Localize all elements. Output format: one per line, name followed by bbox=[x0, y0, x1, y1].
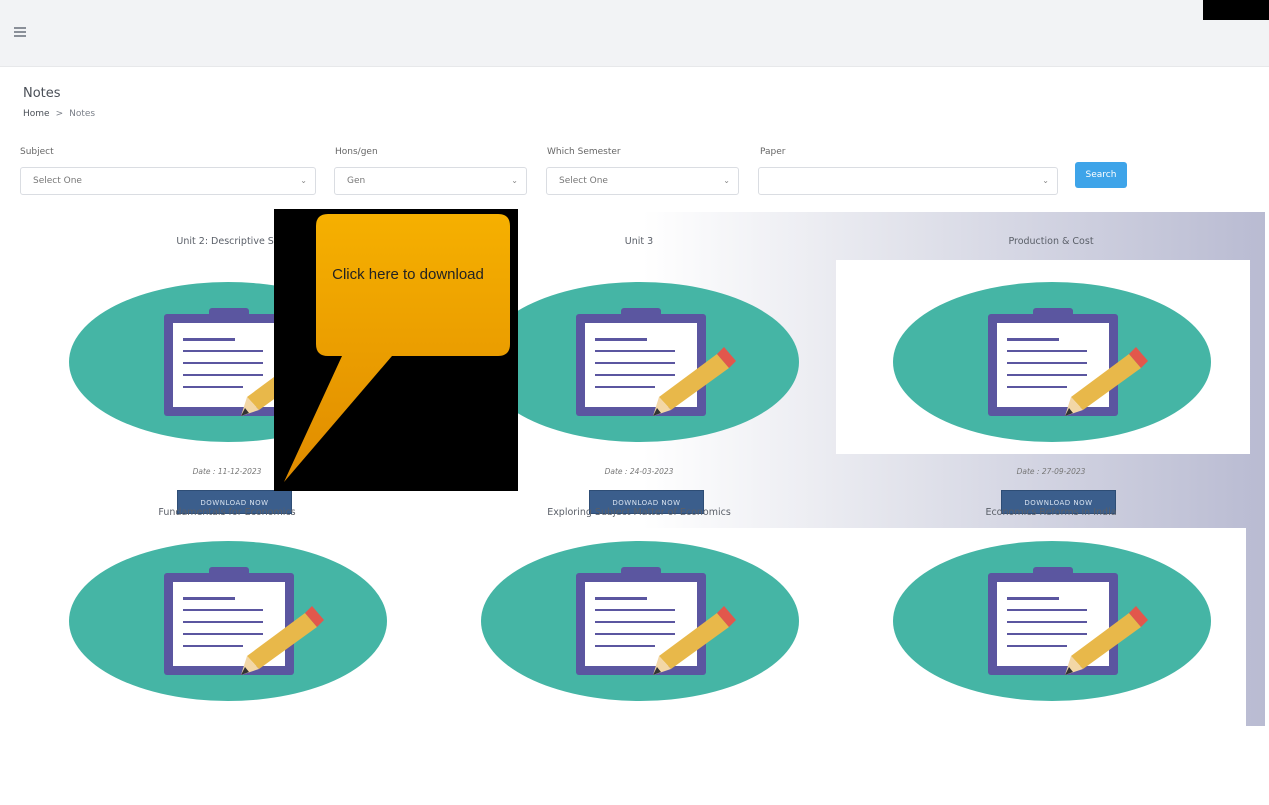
hamburger-icon[interactable] bbox=[14, 27, 26, 37]
note-title: Exploring Subject Matter of Economics bbox=[547, 507, 731, 518]
semester-select[interactable]: Select One ⌄ bbox=[546, 167, 739, 195]
hons-gen-select-value: Gen bbox=[347, 176, 366, 186]
note-title: Economics Reforms in India bbox=[985, 507, 1117, 518]
chevron-down-icon: ⌄ bbox=[511, 176, 518, 185]
note-illustration bbox=[481, 541, 799, 701]
hons-gen-label: Hons/gen bbox=[335, 147, 378, 157]
corner-overlay bbox=[1203, 0, 1269, 20]
breadcrumb-separator: > bbox=[55, 109, 64, 119]
note-title: Production & Cost bbox=[1008, 236, 1094, 247]
note-card: Exploring Subject Matter of Economics bbox=[434, 505, 844, 805]
note-title: Fundamentals for Economics bbox=[158, 507, 296, 518]
subject-select[interactable]: Select One ⌄ bbox=[20, 167, 316, 195]
top-navbar bbox=[0, 0, 1269, 67]
chevron-down-icon: ⌄ bbox=[300, 176, 307, 185]
paper-label: Paper bbox=[760, 147, 786, 157]
note-illustration bbox=[893, 541, 1211, 701]
chevron-down-icon: ⌄ bbox=[1042, 176, 1049, 185]
note-illustration bbox=[69, 541, 387, 701]
note-card: Production & Cost Date : 27-09-2023 DOWN… bbox=[836, 224, 1256, 524]
breadcrumb-home[interactable]: Home bbox=[23, 109, 50, 119]
note-illustration bbox=[481, 282, 799, 442]
hons-gen-select[interactable]: Gen ⌄ bbox=[334, 167, 527, 195]
subject-label: Subject bbox=[20, 147, 54, 157]
page-title: Notes bbox=[23, 86, 61, 101]
note-date: Date : 27-09-2023 bbox=[1016, 467, 1086, 476]
paper-select[interactable]: ⌄ bbox=[758, 167, 1058, 195]
note-illustration bbox=[893, 282, 1211, 442]
note-card: Economics Reforms in India bbox=[832, 505, 1256, 805]
callout-text: Click here to download bbox=[332, 266, 484, 283]
semester-label: Which Semester bbox=[547, 147, 621, 157]
semester-select-value: Select One bbox=[559, 176, 608, 186]
subject-select-value: Select One bbox=[33, 176, 82, 186]
callout-bubble bbox=[284, 214, 510, 482]
note-card: Fundamentals for Economics bbox=[22, 505, 432, 805]
breadcrumb: Home > Notes bbox=[23, 109, 95, 119]
chevron-down-icon: ⌄ bbox=[723, 176, 730, 185]
search-button[interactable]: Search bbox=[1075, 162, 1127, 188]
breadcrumb-current: Notes bbox=[69, 109, 96, 119]
